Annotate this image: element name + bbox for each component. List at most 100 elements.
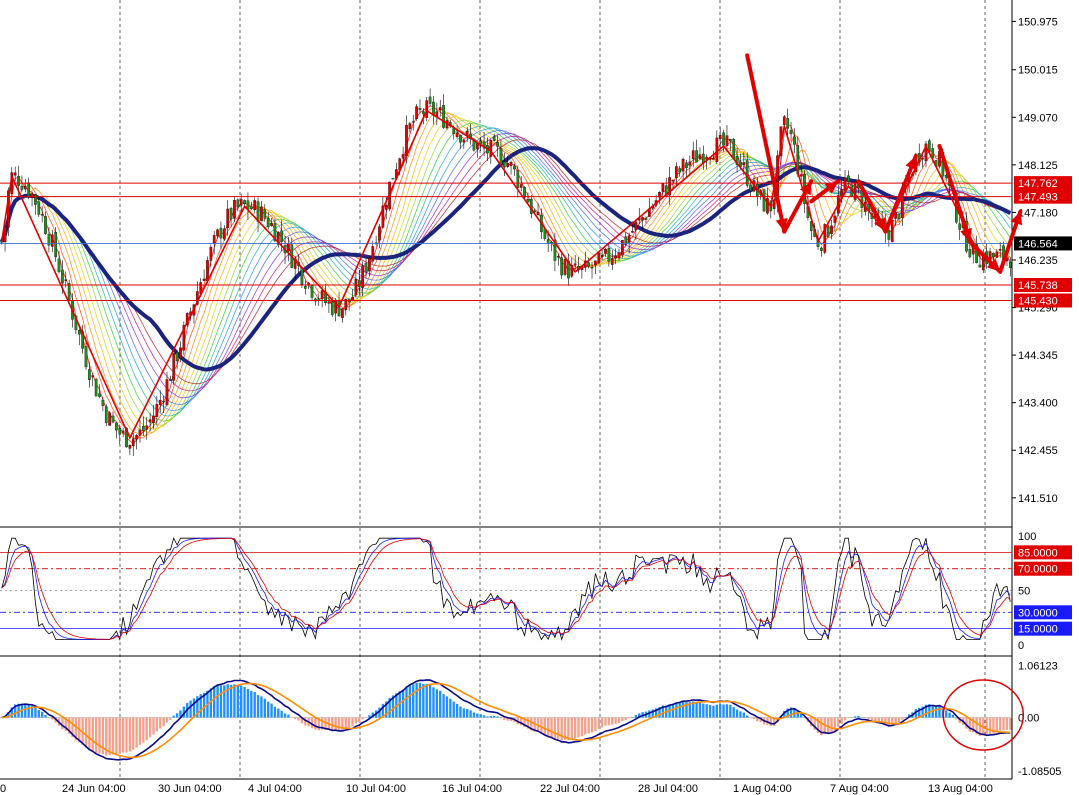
candle-body	[563, 259, 567, 275]
candle-body	[573, 263, 577, 266]
macd-histogram-bar	[496, 716, 499, 718]
candle-body	[30, 193, 34, 199]
candle-body	[101, 399, 105, 406]
candle-body	[121, 430, 125, 434]
candle-body	[249, 206, 253, 209]
macd-histogram-bar	[61, 717, 64, 730]
macd-histogram-bar	[847, 717, 850, 719]
macd-histogram-bar	[452, 701, 455, 718]
macd-histogram-bar	[627, 717, 631, 719]
candle-body	[749, 184, 752, 192]
macd-histogram-bar	[472, 712, 476, 718]
macd-histogram-bar	[749, 717, 752, 719]
macd-histogram-bar	[546, 717, 550, 737]
macd-histogram-bar	[719, 703, 722, 718]
macd-histogram-bar	[567, 717, 570, 741]
candle-body	[502, 161, 506, 168]
candle-body	[691, 150, 695, 160]
macd-histogram-bar	[138, 717, 142, 745]
candle-body	[138, 429, 142, 436]
macd-histogram-bar	[712, 705, 715, 718]
macd-histogram-bar	[557, 717, 560, 740]
candle-body	[617, 252, 621, 259]
trading-chart[interactable]: 85.0000 70.0000 30.0000 15.0000 100 50 0 1.061…	[0, 0, 1079, 795]
macd-histogram-bar	[337, 717, 341, 731]
candle-body	[830, 225, 833, 234]
macd-histogram-bar	[189, 700, 192, 718]
candle-body	[61, 269, 64, 284]
macd-histogram-bar	[634, 714, 638, 718]
candle-body	[644, 218, 648, 220]
candle-body	[162, 400, 165, 403]
rsi-level-tag: 30.0000	[1018, 607, 1058, 619]
macd-histogram-bar	[219, 685, 223, 718]
candle-body	[594, 260, 597, 265]
macd-histogram-bar	[422, 683, 425, 718]
macd-histogram-bar	[297, 717, 300, 721]
axis-tick-label: 141.510	[1018, 493, 1058, 505]
candle-body	[50, 234, 54, 247]
candle-body	[627, 235, 631, 243]
candle-body	[513, 165, 516, 170]
candle-body	[371, 246, 375, 262]
candle-body	[118, 428, 122, 435]
candle-body	[280, 230, 284, 242]
time-axis-label: 16 Jul 04:00	[442, 783, 502, 795]
candle-body	[786, 118, 790, 129]
candle-body	[175, 352, 179, 362]
macd-histogram-bar	[840, 717, 843, 724]
macd-histogram-bar	[951, 714, 955, 718]
macd-histogram-bar	[617, 717, 621, 723]
macd-histogram-bar	[266, 701, 270, 718]
macd-histogram-bar	[44, 714, 47, 718]
time-axis-label: 7 Aug 04:00	[830, 783, 889, 795]
macd-histogram-bar	[887, 717, 891, 726]
candle-body	[368, 257, 371, 272]
candle-body	[148, 419, 152, 423]
macd-histogram-bar	[37, 709, 40, 718]
candle-body	[597, 253, 601, 264]
macd-histogram-bar	[445, 696, 449, 718]
candle-body	[357, 279, 361, 288]
candle-body	[678, 168, 682, 173]
macd-histogram-bar	[493, 716, 496, 718]
candle-body	[115, 422, 118, 431]
macd-histogram-bar	[671, 704, 675, 718]
macd-histogram-bar	[874, 717, 877, 722]
macd-histogram-bar	[172, 715, 175, 718]
candle-body	[384, 205, 388, 210]
candle-body	[229, 208, 233, 220]
candle-body	[256, 201, 260, 222]
candle-body	[320, 290, 324, 300]
macd-histogram-bar	[347, 717, 351, 728]
macd-histogram-bar	[243, 686, 246, 718]
candle-body	[158, 399, 162, 405]
candle-body	[432, 101, 435, 116]
candle-body	[459, 135, 462, 143]
candle-body	[556, 256, 560, 258]
candle-body	[64, 279, 68, 281]
macd-histogram-bar	[27, 704, 30, 718]
candle-body	[621, 240, 624, 256]
macd-histogram-bar	[540, 717, 543, 734]
candle-body	[179, 347, 182, 359]
macd-histogram-bar	[1009, 717, 1012, 731]
macd-histogram-bar	[843, 717, 847, 721]
candle-body	[607, 248, 611, 262]
candle-body	[968, 249, 972, 258]
candle-body	[54, 232, 57, 258]
candle-body	[958, 223, 962, 230]
candle-body	[793, 136, 796, 145]
macd-histogram-bar	[344, 717, 347, 729]
rsi-axis-label: 0	[1018, 640, 1024, 652]
candle-body	[391, 177, 395, 180]
macd-histogram-bar	[752, 717, 756, 720]
rsi-axis-label: 50	[1018, 586, 1030, 598]
macd-histogram-bar	[287, 714, 290, 718]
axis-tick-label: 144.345	[1018, 350, 1058, 362]
macd-histogram-bar	[466, 709, 469, 718]
candle-body	[681, 158, 685, 172]
macd-histogram-bar	[155, 717, 159, 732]
macd-histogram-bar	[590, 717, 594, 733]
macd-histogram-bar	[732, 707, 735, 718]
